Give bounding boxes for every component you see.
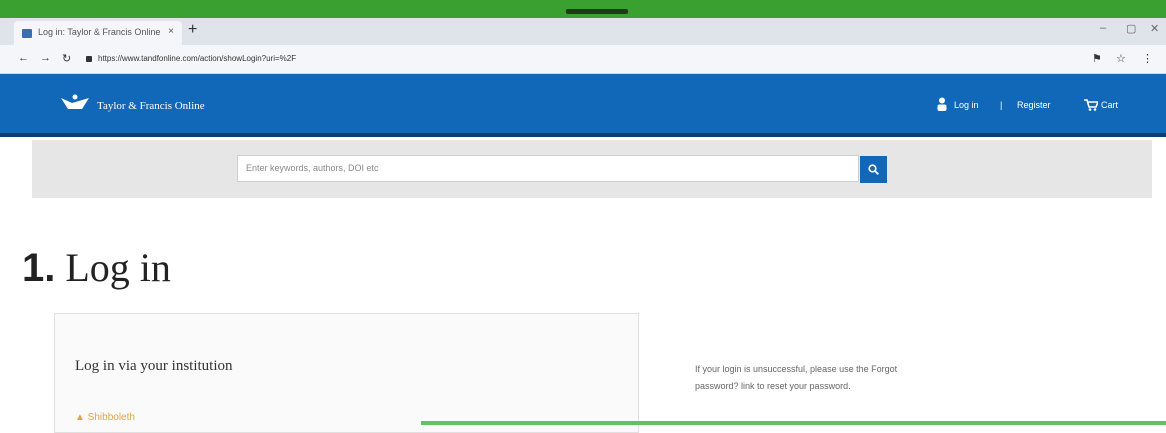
browser-nav-bar: ← → ↻ https://www.tandfonline.com/action… [0,45,1166,74]
tab-title: Log in: Taylor & Francis Online [38,27,161,37]
browser-tab[interactable]: Log in: Taylor & Francis Online × [14,21,182,45]
institution-login-card: Log in via your institution ▲ Shibboleth [54,313,639,433]
page-title-text: Log in [65,245,171,290]
browser-menu-icon[interactable]: ⋮ [1142,52,1153,65]
bookmark-star-icon[interactable]: ☆ [1116,52,1126,65]
nav-separator: | [1000,100,1003,110]
overlay-edge [421,421,1166,425]
address-bar[interactable]: https://www.tandfonline.com/action/showL… [86,50,1066,68]
new-tab-button[interactable]: + [188,22,197,38]
login-link[interactable]: Log in [954,100,979,110]
search-band: Enter keywords, authors, DOI etc [32,140,1152,198]
window-grab-handle[interactable] [566,9,628,14]
search-input[interactable]: Enter keywords, authors, DOI etc [237,155,859,182]
search-icon [868,164,879,175]
favicon-icon [22,29,32,38]
brand-logo-icon[interactable] [60,94,90,112]
login-help-text: If your login is unsuccessful, please us… [695,364,898,391]
maximize-icon[interactable]: ▢ [1126,22,1136,35]
page-title: 1. Log in [22,244,171,291]
shibboleth-link[interactable]: ▲ Shibboleth [75,412,135,423]
extension-icon[interactable]: ⚑ [1092,52,1102,65]
os-title-bar [0,0,1166,18]
window-close-icon[interactable]: ✕ [1150,22,1159,35]
minimize-icon[interactable]: – [1100,22,1106,34]
brand-name[interactable]: Taylor & Francis Online [97,100,205,112]
card-title: Log in via your institution [75,358,233,374]
back-icon[interactable]: ← [18,52,29,64]
user-icon[interactable] [937,97,947,111]
header-border [0,133,1166,137]
address-text: https://www.tandfonline.com/action/showL… [98,54,297,63]
step-number: 1. [22,246,56,290]
search-button[interactable] [860,156,887,183]
tab-close-icon[interactable]: × [168,26,174,37]
browser-tab-strip: Log in: Taylor & Francis Online × [0,18,1166,45]
reload-icon[interactable]: ↻ [62,52,71,65]
lock-icon [86,55,92,62]
forward-icon[interactable]: → [40,52,51,64]
site-header: Taylor & Francis Online Log in | Registe… [0,74,1166,136]
register-link[interactable]: Register [1017,100,1051,110]
cart-link[interactable]: Cart [1101,100,1118,110]
cart-icon[interactable] [1084,99,1098,111]
